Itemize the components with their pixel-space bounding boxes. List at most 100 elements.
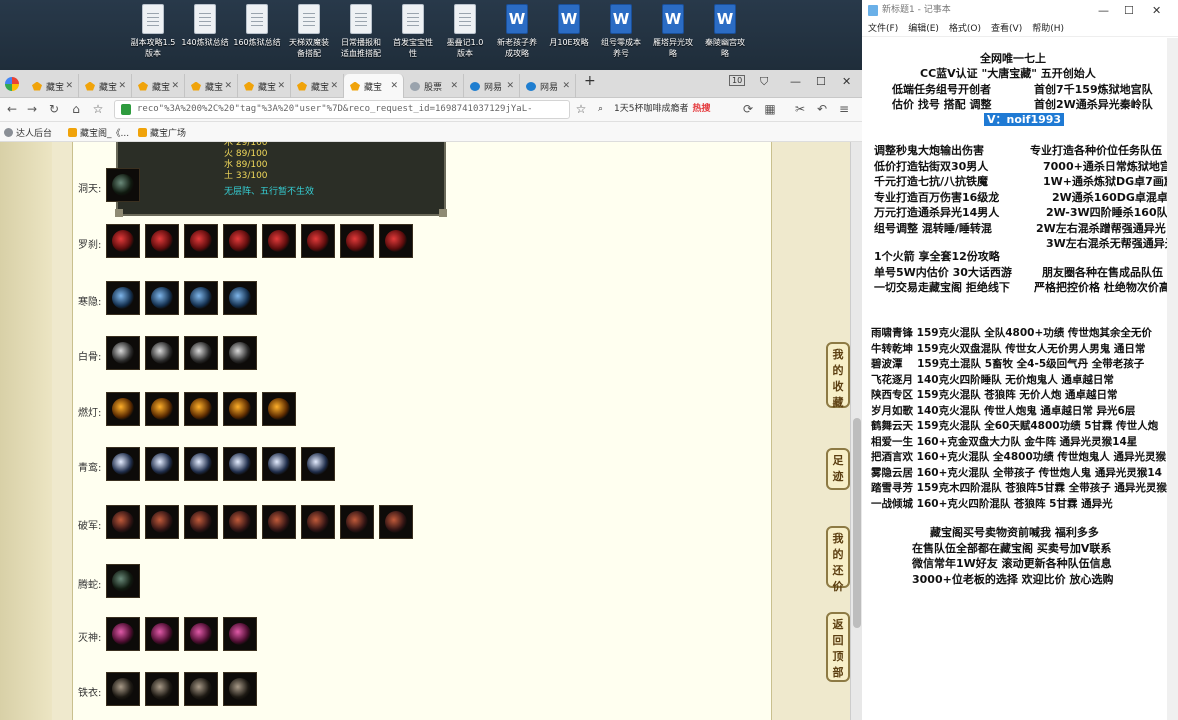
desktop-shortcut[interactable]: W 组号零成本 养号 xyxy=(595,4,647,59)
browser-tab[interactable]: 藏宝 ✕ xyxy=(79,74,132,98)
desktop-shortcut[interactable]: 副本攻略1.5 版本 xyxy=(127,4,179,59)
tab-close-icon[interactable]: ✕ xyxy=(224,81,232,91)
bookmark-item[interactable]: 达人后台 xyxy=(4,126,52,139)
equipment-item-icon[interactable] xyxy=(379,224,413,258)
tab-close-icon[interactable]: ✕ xyxy=(450,81,458,91)
equipment-item-icon[interactable] xyxy=(184,336,218,370)
desktop-shortcut[interactable]: 首发宝宝性 性 xyxy=(387,4,439,59)
equipment-item-icon[interactable] xyxy=(106,336,140,370)
side-nav-button[interactable]: 足迹 xyxy=(826,448,850,490)
notepad-scrollbar[interactable] xyxy=(1167,38,1178,720)
bookmark-star-icon[interactable]: ☆ xyxy=(573,101,589,117)
equipment-item-icon[interactable] xyxy=(262,447,296,481)
equipment-item-icon[interactable] xyxy=(106,224,140,258)
equipment-item-icon[interactable] xyxy=(145,281,179,315)
tab-close-icon[interactable]: ✕ xyxy=(330,81,338,91)
scissors-icon[interactable]: ✂ xyxy=(792,101,808,117)
side-nav-button[interactable]: 返回顶部 xyxy=(826,612,850,682)
equipment-item-icon[interactable] xyxy=(106,564,140,598)
tab-close-icon[interactable]: ✕ xyxy=(118,81,126,91)
minimize-button[interactable]: — xyxy=(790,75,801,88)
tab-close-icon[interactable]: ✕ xyxy=(562,81,570,91)
refresh-icon[interactable]: ⟳ xyxy=(740,101,756,117)
equipment-item-icon[interactable] xyxy=(262,392,296,426)
bookmark-item[interactable]: 藏宝广场 xyxy=(138,126,186,139)
equipment-item-icon[interactable] xyxy=(223,281,257,315)
equipment-item-icon[interactable] xyxy=(145,672,179,706)
desktop-shortcut[interactable]: 天梯双魔装 备搭配 xyxy=(283,4,335,59)
equipment-item-icon[interactable] xyxy=(223,617,257,651)
new-tab-button[interactable]: + xyxy=(584,73,596,89)
equipment-item-icon[interactable] xyxy=(379,505,413,539)
equipment-item-icon[interactable] xyxy=(301,447,335,481)
browser-tab[interactable]: 网易 ✕ xyxy=(520,74,576,98)
equipment-item-icon[interactable] xyxy=(145,336,179,370)
equipment-item-icon[interactable] xyxy=(223,672,257,706)
equipment-item-icon[interactable] xyxy=(106,672,140,706)
equipment-item-icon[interactable] xyxy=(106,505,140,539)
equipment-item-icon[interactable] xyxy=(301,224,335,258)
tab-count-badge[interactable]: 10 xyxy=(729,75,746,86)
equipment-item-icon[interactable] xyxy=(301,505,335,539)
equipment-item-icon[interactable] xyxy=(262,224,296,258)
star-icon[interactable]: ☆ xyxy=(90,101,106,117)
desktop-shortcut[interactable]: 160炼狱总结 xyxy=(231,4,283,48)
browser-tab[interactable]: 藏宝 ✕ xyxy=(132,74,185,98)
menu-icon[interactable]: ≡ xyxy=(836,101,852,117)
browser-tab[interactable]: 藏宝 ✕ xyxy=(26,74,79,98)
equipment-item-icon[interactable] xyxy=(106,617,140,651)
desktop-shortcut[interactable]: W 月10E攻略 xyxy=(543,4,595,48)
equipment-item-icon[interactable] xyxy=(184,447,218,481)
equipment-item-icon[interactable] xyxy=(184,617,218,651)
notepad-menu-item[interactable]: 查看(V) xyxy=(991,24,1022,34)
equipment-item-icon[interactable] xyxy=(106,281,140,315)
equipment-item-icon[interactable] xyxy=(106,392,140,426)
equipment-item-icon[interactable] xyxy=(106,447,140,481)
maximize-button[interactable]: ☐ xyxy=(816,75,826,88)
back-icon[interactable]: ← xyxy=(4,101,20,117)
notepad-text-area[interactable]: 全网唯一七上 CC蓝V认证 "大唐宝藏" 五开创始人 低端任务组号开创者 首创7千15… xyxy=(868,38,1178,714)
tab-close-icon[interactable]: ✕ xyxy=(390,81,398,91)
shield-icon[interactable]: ⛉ xyxy=(760,75,768,89)
desktop-shortcut[interactable]: W 新老孩子养 成攻略 xyxy=(491,4,543,59)
equipment-item-icon[interactable] xyxy=(106,168,140,202)
desktop-shortcut[interactable]: 墨叠记1.0 版本 xyxy=(439,4,491,59)
equipment-item-icon[interactable] xyxy=(184,392,218,426)
equipment-item-icon[interactable] xyxy=(262,505,296,539)
notepad-minimize-button[interactable]: — xyxy=(1098,0,1109,21)
tab-close-icon[interactable]: ✕ xyxy=(65,81,73,91)
notepad-close-button[interactable]: ✕ xyxy=(1152,0,1161,21)
browser-tab[interactable]: 藏宝 ✕ xyxy=(344,74,404,98)
equipment-item-icon[interactable] xyxy=(184,281,218,315)
notepad-menu-item[interactable]: 帮助(H) xyxy=(1032,24,1064,34)
browser-tab[interactable]: 藏宝 ✕ xyxy=(238,74,291,98)
equipment-item-icon[interactable] xyxy=(340,224,374,258)
undo-icon[interactable]: ↶ xyxy=(814,101,830,117)
equipment-item-icon[interactable] xyxy=(184,672,218,706)
tab-close-icon[interactable]: ✕ xyxy=(277,81,285,91)
equipment-item-icon[interactable] xyxy=(223,505,257,539)
desktop-shortcut[interactable]: W 雁塔异光攻 略 xyxy=(647,4,699,59)
search-box[interactable]: ⌕ 1天5杯咖啡成瘾者 热搜 xyxy=(596,100,734,119)
equipment-item-icon[interactable] xyxy=(223,392,257,426)
equipment-item-icon[interactable] xyxy=(223,224,257,258)
equipment-item-icon[interactable] xyxy=(145,447,179,481)
notepad-menu-item[interactable]: 文件(F) xyxy=(868,24,898,34)
equipment-item-icon[interactable] xyxy=(145,392,179,426)
notepad-menu-item[interactable]: 编辑(E) xyxy=(908,24,939,34)
notepad-maximize-button[interactable]: ☐ xyxy=(1124,0,1134,21)
forward-icon[interactable]: → xyxy=(24,101,40,117)
equipment-item-icon[interactable] xyxy=(184,505,218,539)
bookmark-item[interactable]: 藏宝阁_《... xyxy=(68,126,129,139)
home-icon[interactable]: ⌂ xyxy=(68,101,84,117)
equipment-item-icon[interactable] xyxy=(223,447,257,481)
equipment-item-icon[interactable] xyxy=(223,336,257,370)
equipment-item-icon[interactable] xyxy=(145,617,179,651)
browser-tab[interactable]: 网易 ✕ xyxy=(464,74,520,98)
browser-tab[interactable]: 藏宝 ✕ xyxy=(185,74,238,98)
tab-close-icon[interactable]: ✕ xyxy=(506,81,514,91)
equipment-item-icon[interactable] xyxy=(145,224,179,258)
side-nav-button[interactable]: 我的还价 xyxy=(826,526,850,593)
equipment-item-icon[interactable] xyxy=(145,505,179,539)
address-bar[interactable]: reco"%3A%200%2C%20"tag"%3A%20"user"%7D&r… xyxy=(114,100,570,119)
